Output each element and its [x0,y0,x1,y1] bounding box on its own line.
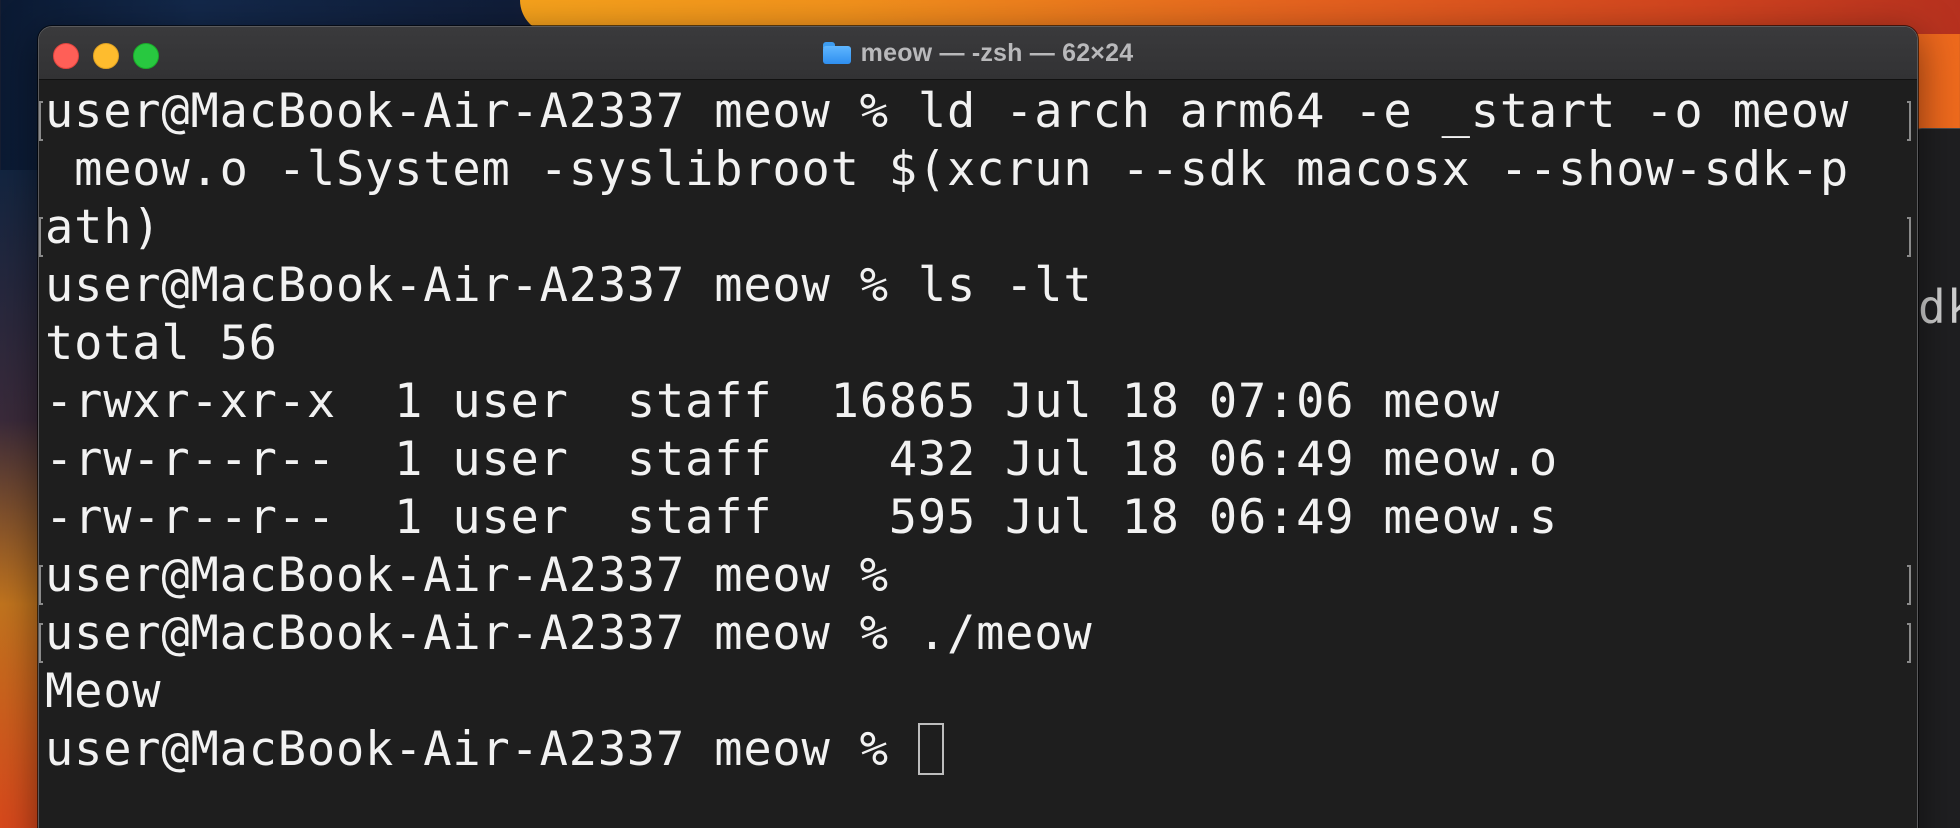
text-cursor [917,723,944,775]
command-mark-left [39,565,43,605]
terminal-line: user@MacBook-Air-A2337 meow % ls -lt [45,258,1093,313]
terminal-line: -rw-r--r-- 1 user staff 432 Jul 18 06:49… [45,432,1559,487]
terminal-line: meow.o -lSystem -syslibroot $(xcrun --sd… [45,142,1849,197]
window-title: meow — -zsh — 62×24 [860,38,1134,67]
command-mark-left [39,217,43,257]
window-title-group: meow — -zsh — 62×24 [39,27,1917,79]
command-mark-right [1907,565,1911,605]
command-mark-right [1907,101,1911,141]
command-mark-left [39,623,43,663]
background-window-text: dk [1918,280,1960,334]
folder-icon [822,42,851,64]
terminal-line: user@MacBook-Air-A2337 meow % [45,548,889,603]
terminal-line: -rwxr-xr-x 1 user staff 16865 Jul 18 07:… [45,374,1500,429]
background-window[interactable] [1912,128,1960,828]
terminal-line: ath) [45,200,162,255]
command-mark-right [1907,623,1911,663]
command-mark-left [39,101,43,141]
terminal-line: -rw-r--r-- 1 user staff 595 Jul 18 06:49… [45,490,1559,545]
command-mark-right [1907,217,1911,257]
title-bar[interactable]: meow — -zsh — 62×24 [39,27,1917,80]
terminal-window[interactable]: meow — -zsh — 62×24 user@MacBook-Air-A23… [38,26,1918,828]
wallpaper-left [0,170,40,828]
terminal-line: user@MacBook-Air-A2337 meow % ./meow [45,606,1093,661]
terminal-output[interactable]: user@MacBook-Air-A2337 meow % ld -arch a… [45,83,1911,779]
terminal-prompt-line[interactable]: user@MacBook-Air-A2337 meow % [45,721,1911,779]
terminal-line: total 56 [45,316,278,371]
terminal-line: user@MacBook-Air-A2337 meow % ld -arch a… [45,84,1849,139]
terminal-line: Meow [45,664,162,719]
terminal-prompt: user@MacBook-Air-A2337 meow % [45,722,918,777]
